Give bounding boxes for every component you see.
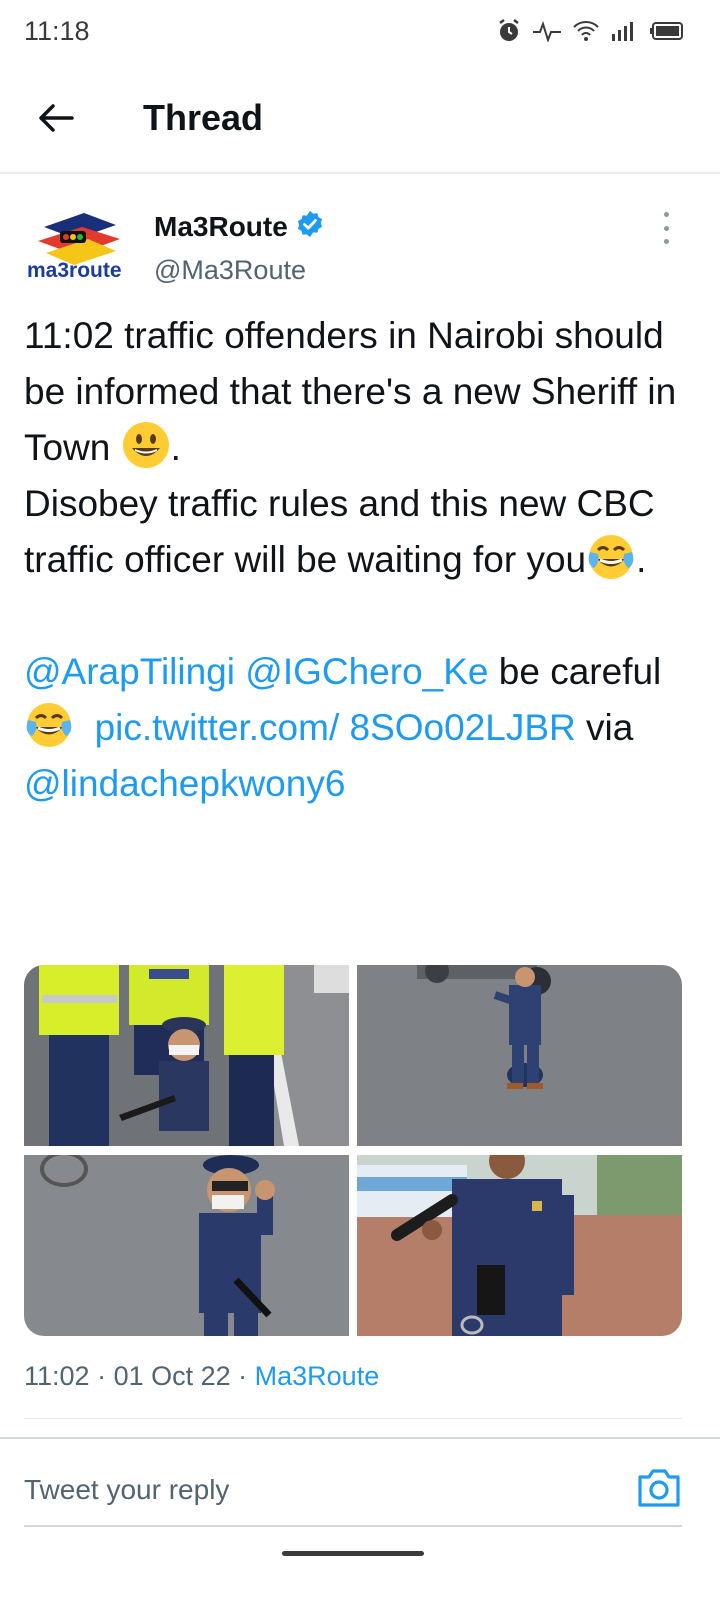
photo-child-on-road xyxy=(357,965,682,1146)
status-bar: 11:18 xyxy=(0,0,720,66)
divider xyxy=(0,1437,720,1439)
activity-icon xyxy=(532,20,562,42)
photo-child-raising-hand xyxy=(24,1155,349,1336)
tweet-text-punct: . xyxy=(170,427,181,468)
tweet-text: 11:02 traffic offenders in Nairobi shoul… xyxy=(24,308,696,812)
wifi-icon xyxy=(572,19,600,43)
author-name-row[interactable]: Ma3Route xyxy=(154,210,324,243)
tweet-paragraph-1: 11:02 traffic offenders in Nairobi shoul… xyxy=(24,308,696,476)
pic-link[interactable]: pic.twitter.com/ 8SOo02LJBR xyxy=(95,707,576,748)
tweet-paragraph-3: @ArapTilingi @IGChero_Ke be careful pic.… xyxy=(24,644,696,812)
divider xyxy=(24,1525,682,1527)
status-time: 11:18 xyxy=(24,16,90,46)
page-title: Thread xyxy=(143,97,264,138)
display-name[interactable]: Ma3Route xyxy=(154,211,288,243)
tears-of-joy-emoji xyxy=(24,700,74,750)
verified-badge-icon xyxy=(296,210,324,243)
battery-icon xyxy=(650,21,684,41)
camera-icon xyxy=(638,1469,680,1507)
home-indicator[interactable] xyxy=(282,1551,424,1556)
meta-separator: · xyxy=(230,1361,255,1391)
mention-link[interactable]: @lindachepkwony6 xyxy=(24,763,345,804)
more-dot-icon xyxy=(663,239,669,244)
divider xyxy=(24,1418,682,1419)
avatar[interactable]: ma3route xyxy=(24,205,134,295)
tweet-text-line: Disobey traffic rules and this new CBC t… xyxy=(24,483,655,580)
status-icons xyxy=(496,18,684,44)
tweet-text-punct: . xyxy=(636,539,647,580)
back-button[interactable] xyxy=(32,94,80,142)
more-options-button[interactable] xyxy=(656,212,676,244)
tweet-text-line: be careful xyxy=(488,651,662,692)
signal-icon xyxy=(610,20,640,42)
mention-link[interactable]: @ArapTilingi xyxy=(24,651,235,692)
photo-child-with-police-officers xyxy=(24,965,349,1146)
tweet-date: 01 Oct 22 xyxy=(113,1361,231,1391)
grinning-face-emoji xyxy=(121,420,171,470)
reply-input[interactable] xyxy=(24,1468,604,1512)
tweet-source-link[interactable]: Ma3Route xyxy=(255,1361,380,1391)
photo-child-with-baton xyxy=(357,1155,682,1336)
mention-link[interactable]: @IGChero_Ke xyxy=(245,651,488,692)
media-photo-2[interactable] xyxy=(357,965,682,1146)
meta-separator: · xyxy=(89,1361,114,1391)
camera-button[interactable] xyxy=(636,1467,682,1509)
media-photo-1[interactable] xyxy=(24,965,349,1146)
header: Thread xyxy=(0,66,720,174)
handle[interactable]: @Ma3Route xyxy=(154,255,306,286)
alarm-icon xyxy=(496,18,522,44)
tweet-paragraph-2: Disobey traffic rules and this new CBC t… xyxy=(24,476,696,588)
tweet-text-line: via xyxy=(575,707,634,748)
tears-of-joy-emoji xyxy=(586,532,636,582)
more-dot-icon xyxy=(663,225,669,231)
more-dot-icon xyxy=(663,212,669,217)
arrow-left-icon xyxy=(39,104,74,132)
media-photo-4[interactable] xyxy=(357,1155,682,1336)
media-photo-3[interactable] xyxy=(24,1155,349,1336)
tweet-time: 11:02 xyxy=(24,1361,90,1391)
media-grid xyxy=(24,965,682,1336)
avatar-logo-text: ma3route xyxy=(27,259,122,282)
tweet-meta: 11:02 · 01 Oct 22 · Ma3Route xyxy=(24,1361,379,1392)
